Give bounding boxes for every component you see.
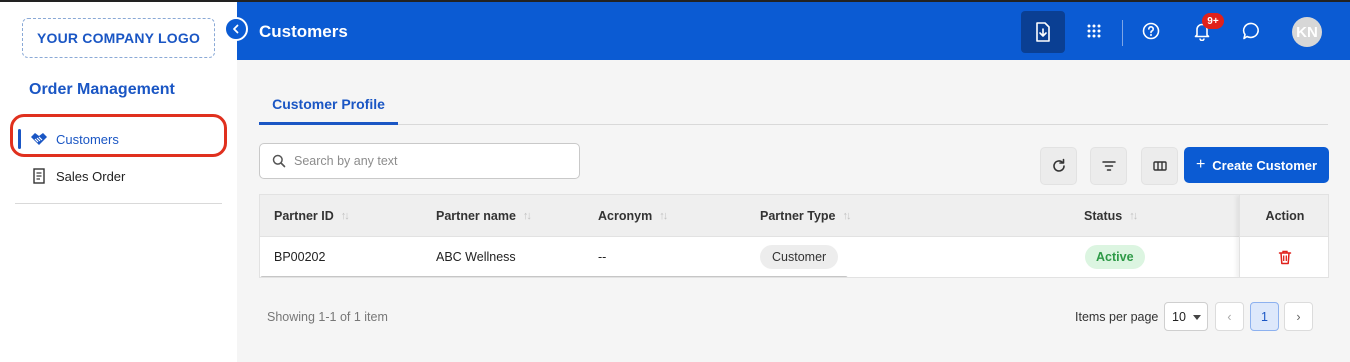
handshake-icon — [30, 130, 48, 148]
column-header-partner-type: Partner Type ↑↓ — [760, 209, 852, 223]
tab-divider — [259, 124, 1328, 125]
sidebar: YOUR COMPANY LOGO Order Management Custo… — [0, 0, 237, 362]
search-icon — [272, 154, 286, 168]
receipt-icon — [30, 167, 48, 185]
search-input[interactable] — [294, 154, 564, 168]
apps-grid-icon[interactable] — [1083, 20, 1105, 42]
sort-icon[interactable]: ↑↓ — [1129, 210, 1138, 222]
cell-partner-id: BP00202 — [274, 250, 326, 264]
collapse-sidebar-button[interactable] — [224, 17, 248, 41]
filter-button[interactable] — [1090, 147, 1127, 185]
active-tab-indicator — [259, 122, 398, 125]
create-customer-button[interactable]: + Create Customer — [1184, 147, 1329, 183]
download-icon — [1036, 22, 1050, 42]
active-indicator — [18, 129, 21, 149]
prev-page-button[interactable]: ‹ — [1215, 302, 1244, 331]
header-separator — [1122, 20, 1123, 46]
refresh-icon — [1052, 158, 1065, 172]
module-title: Order Management — [29, 81, 175, 98]
export-button[interactable] — [1021, 11, 1065, 53]
pagination-summary: Showing 1-1 of 1 item — [267, 310, 388, 324]
page-button-1[interactable]: 1 — [1250, 302, 1279, 331]
column-header-acronym: Acronym ↑↓ — [598, 209, 668, 223]
filter-icon — [1101, 161, 1116, 171]
company-logo: YOUR COMPANY LOGO — [22, 18, 215, 58]
column-header-status: Status ↑↓ — [1084, 209, 1138, 223]
refresh-button[interactable] — [1040, 147, 1077, 185]
items-per-page-select[interactable]: 10 — [1164, 302, 1208, 331]
chevron-left-icon — [233, 24, 239, 34]
sidebar-item-label: Sales Order — [56, 168, 126, 184]
chat-icon[interactable] — [1241, 20, 1263, 42]
tab-customer-profile[interactable]: Customer Profile — [259, 96, 398, 124]
plus-icon: + — [1195, 156, 1206, 173]
column-header-action: Action — [1240, 195, 1328, 237]
action-column: Action — [1239, 195, 1328, 277]
sort-icon[interactable]: ↑↓ — [843, 210, 852, 222]
horizontal-scrollbar[interactable] — [260, 276, 848, 277]
caret-down-icon — [1193, 315, 1201, 320]
cell-acronym: -- — [598, 250, 607, 264]
columns-icon — [1152, 161, 1167, 171]
sidebar-item-sales-order[interactable]: Sales Order — [16, 158, 224, 194]
create-customer-label: Create Customer — [1212, 157, 1318, 173]
sidebar-divider — [15, 203, 222, 204]
status-badge: Active — [1085, 245, 1145, 269]
sort-icon[interactable]: ↑↓ — [341, 210, 350, 222]
items-per-page-label: Items per page — [1075, 310, 1159, 324]
top-header: Customers 9+ KN — [237, 0, 1350, 60]
sidebar-item-label: Customers — [56, 131, 119, 147]
notification-badge: 9+ — [1202, 13, 1224, 29]
page-title: Customers — [259, 22, 348, 41]
user-avatar[interactable]: KN — [1292, 17, 1322, 47]
search-box — [259, 143, 580, 179]
cell-partner-name: ABC Wellness — [436, 250, 516, 264]
customers-table: Partner ID ↑↓ Partner name ↑↓ Acronym ↑↓ Pa… — [259, 194, 1329, 278]
partner-type-chip: Customer — [760, 245, 839, 269]
column-header-partner-name: Partner name ↑↓ — [436, 209, 532, 223]
sidebar-item-customers[interactable]: Customers — [16, 121, 224, 157]
help-icon[interactable] — [1140, 20, 1162, 42]
columns-button[interactable] — [1141, 147, 1178, 185]
next-page-button[interactable]: › — [1284, 302, 1313, 331]
trash-icon[interactable] — [1278, 250, 1292, 265]
column-header-partner-id: Partner ID ↑↓ — [274, 209, 350, 223]
sort-icon[interactable]: ↑↓ — [659, 210, 668, 222]
sort-icon[interactable]: ↑↓ — [523, 210, 532, 222]
table-header: Partner ID ↑↓ Partner name ↑↓ Acronym ↑↓ Pa… — [260, 195, 1328, 237]
table-row-actions — [1240, 237, 1328, 277]
items-per-page-value: 10 — [1172, 309, 1186, 324]
